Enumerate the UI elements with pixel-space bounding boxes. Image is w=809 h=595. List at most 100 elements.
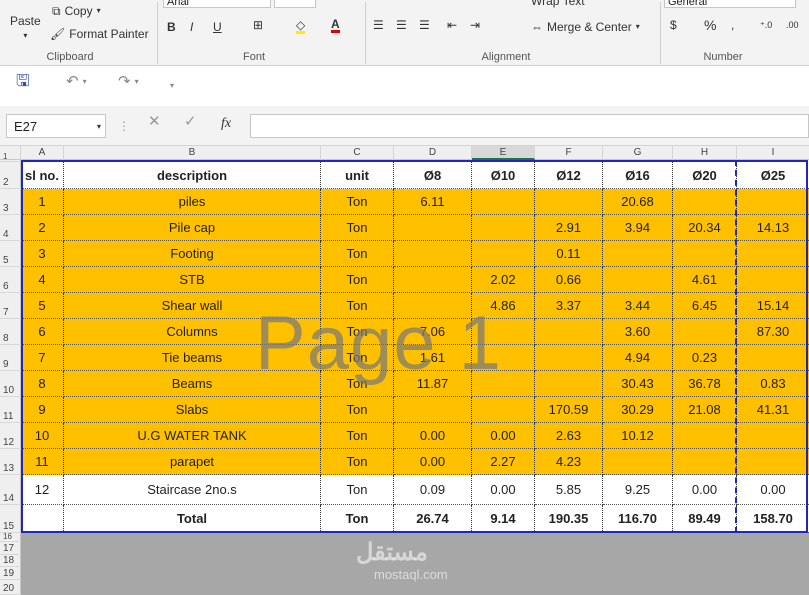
decrease-decimal-button[interactable]: .00 [786, 19, 799, 31]
cell[interactable]: Pile cap [64, 215, 321, 241]
cell[interactable]: U.G WATER TANK [64, 423, 321, 449]
cell[interactable]: 0.66 [535, 267, 603, 293]
cell[interactable]: 0.00 [673, 475, 737, 505]
cell[interactable] [472, 241, 535, 267]
column-header-c[interactable]: C [321, 146, 394, 160]
cell[interactable]: 20.34 [673, 215, 737, 241]
cell[interactable]: 170.59 [535, 397, 603, 423]
cell[interactable]: 190.35 [535, 505, 603, 533]
cell[interactable]: Ton [321, 345, 394, 371]
cell[interactable]: 4.61 [673, 267, 737, 293]
cell[interactable]: 0.00 [472, 423, 535, 449]
cell[interactable]: description [64, 162, 321, 189]
cell[interactable]: 0.09 [394, 475, 472, 505]
cell[interactable]: 6 [21, 319, 64, 345]
cell[interactable]: Tie beams [64, 345, 321, 371]
row-header[interactable]: 20 [0, 580, 21, 595]
font-size-box[interactable] [274, 0, 316, 8]
column-header-h[interactable]: H [673, 146, 737, 160]
cell[interactable]: Slabs [64, 397, 321, 423]
cell[interactable]: Ton [321, 397, 394, 423]
cell[interactable] [472, 215, 535, 241]
cell[interactable]: 2.27 [472, 449, 535, 475]
row-header[interactable]: 11 [0, 397, 21, 423]
cell[interactable]: piles [64, 189, 321, 215]
cell[interactable]: 0.11 [535, 241, 603, 267]
cell[interactable]: 0.00 [394, 423, 472, 449]
cell[interactable]: 26.74 [394, 505, 472, 533]
cell[interactable]: Ton [321, 449, 394, 475]
cell[interactable]: Columns [64, 319, 321, 345]
cell[interactable]: 3.94 [603, 215, 673, 241]
cell[interactable]: 7.06 [394, 319, 472, 345]
formula-input[interactable] [250, 114, 809, 138]
cell[interactable]: 12 [21, 475, 64, 505]
cell[interactable]: Ton [321, 267, 394, 293]
cell[interactable]: Staircase 2no.s [64, 475, 321, 505]
cell[interactable] [535, 345, 603, 371]
cell[interactable] [673, 241, 737, 267]
cell[interactable]: Ø10 [472, 162, 535, 189]
row-header[interactable]: 7 [0, 293, 21, 319]
row-header[interactable]: 5 [0, 241, 21, 267]
cell[interactable]: 158.70 [737, 505, 809, 533]
save-button[interactable]: 🖫 [16, 74, 30, 90]
cell[interactable]: 0.00 [472, 475, 535, 505]
cell[interactable]: 4 [21, 267, 64, 293]
cell[interactable]: 3.37 [535, 293, 603, 319]
cell[interactable] [394, 241, 472, 267]
cell[interactable] [673, 319, 737, 345]
cell[interactable]: 11 [21, 449, 64, 475]
cell[interactable] [673, 449, 737, 475]
comma-button[interactable]: , [731, 19, 734, 31]
cell[interactable] [673, 189, 737, 215]
font-name-box[interactable]: Arial [163, 0, 271, 8]
cell[interactable] [603, 267, 673, 293]
column-header-d[interactable]: D [394, 146, 472, 160]
cell[interactable]: 30.29 [603, 397, 673, 423]
cell[interactable]: 15.14 [737, 293, 809, 319]
cell[interactable]: Ton [321, 475, 394, 505]
align-center-button[interactable]: ☰ [396, 19, 407, 31]
cell[interactable]: Ton [321, 293, 394, 319]
cell[interactable] [603, 449, 673, 475]
customize-qat-button[interactable]: ▾ [170, 80, 174, 92]
cell[interactable]: 116.70 [603, 505, 673, 533]
cell[interactable]: 8 [21, 371, 64, 397]
row-header[interactable]: 12 [0, 423, 21, 449]
cell[interactable] [472, 371, 535, 397]
cell[interactable] [737, 423, 809, 449]
copy-button[interactable]: ⧉ Copy ▾ [52, 4, 101, 18]
cell[interactable]: 0.23 [673, 345, 737, 371]
cell[interactable]: 9.14 [472, 505, 535, 533]
cell[interactable]: Ton [321, 319, 394, 345]
row-header[interactable]: 4 [0, 215, 21, 241]
cell[interactable]: Ton [321, 371, 394, 397]
cell[interactable] [472, 189, 535, 215]
cell[interactable]: 6.11 [394, 189, 472, 215]
cell[interactable]: Ton [321, 189, 394, 215]
cell[interactable]: Ø25 [737, 162, 809, 189]
cell[interactable]: 1 [21, 189, 64, 215]
cell[interactable] [21, 505, 64, 533]
cell[interactable]: 89.49 [673, 505, 737, 533]
decrease-indent-button[interactable]: ⇤ [447, 19, 457, 31]
cell[interactable]: 3.60 [603, 319, 673, 345]
undo-button[interactable]: ↶ ▾ [66, 74, 87, 89]
column-header-f[interactable]: F [535, 146, 603, 160]
row-header[interactable]: 6 [0, 267, 21, 293]
cell[interactable]: Ton [321, 423, 394, 449]
cell[interactable]: Beams [64, 371, 321, 397]
paste-button[interactable]: Paste ▾ [10, 14, 41, 42]
row-header[interactable]: 15 [0, 505, 21, 533]
cell[interactable] [472, 397, 535, 423]
merge-center-button[interactable]: ⇔ Merge & Center ▾ [531, 20, 640, 34]
cell[interactable]: Ø8 [394, 162, 472, 189]
cell[interactable]: 4.23 [535, 449, 603, 475]
cell[interactable]: parapet [64, 449, 321, 475]
row-header[interactable]: 19 [0, 567, 21, 580]
cell[interactable] [394, 215, 472, 241]
cell[interactable]: Ø20 [673, 162, 737, 189]
bold-button[interactable]: B [167, 20, 176, 34]
enter-button[interactable]: ✓ [184, 114, 197, 129]
